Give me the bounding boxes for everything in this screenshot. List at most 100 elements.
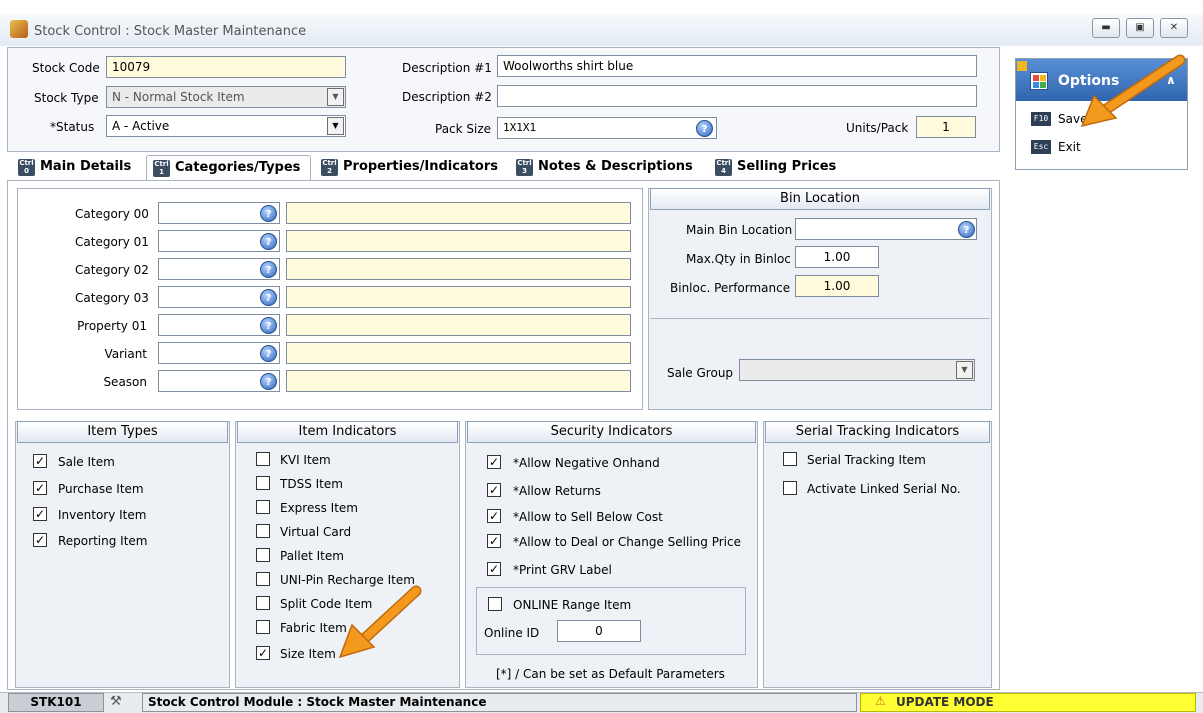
chevron-down-icon[interactable]: ▼ [327, 117, 344, 135]
minimize-button[interactable]: ▬ [1092, 18, 1120, 38]
mode-label: UPDATE MODE [896, 695, 994, 709]
tab-properties-indicators[interactable]: Ctrl 2 Properties/Indicators [321, 157, 498, 179]
category-00-lookup-icon[interactable]: ? [260, 205, 277, 222]
variant-desc [286, 342, 631, 364]
stock-type-select[interactable]: N - Normal Stock Item ▼ [106, 86, 346, 108]
main-bin-label: Main Bin Location [686, 223, 793, 237]
variant-lookup-icon[interactable]: ? [260, 345, 277, 362]
property-01-lookup-icon[interactable]: ? [260, 317, 277, 334]
tab-categories-types[interactable]: Ctrl 1 Categories/Types [146, 155, 312, 181]
inventory-item-checkbox[interactable]: ✓ [33, 507, 47, 521]
max-qty-input[interactable]: 1.00 [795, 246, 879, 268]
annotation-arrow-icon [1080, 54, 1186, 128]
tab-main-details[interactable]: Ctrl 0 Main Details [18, 157, 131, 179]
online-id-input[interactable]: 0 [557, 620, 641, 642]
category-01-label: Category 01 [75, 235, 149, 249]
pallet-item-checkbox[interactable] [256, 548, 270, 562]
options-corner-icon [1017, 61, 1027, 71]
split-code-checkbox[interactable] [256, 596, 270, 610]
season-lookup-icon[interactable]: ? [260, 373, 277, 390]
sale-group-label: Sale Group [667, 366, 734, 380]
reporting-item-checkbox[interactable]: ✓ [33, 533, 47, 547]
ctrl-1-icon: Ctrl 1 [153, 160, 170, 177]
purchase-item-label: Purchase Item [58, 482, 144, 496]
pack-size-lookup-icon[interactable]: ? [696, 120, 713, 137]
pallet-item-label: Pallet Item [280, 549, 344, 563]
kvi-item-checkbox[interactable] [256, 452, 270, 466]
pack-size-label: Pack Size [435, 122, 492, 136]
sale-group-select[interactable]: ▼ [739, 359, 975, 381]
size-item-checkbox[interactable]: ✓ [256, 646, 270, 660]
allow-negative-onhand-checkbox[interactable]: ✓ [487, 455, 501, 469]
purchase-item-checkbox[interactable]: ✓ [33, 481, 47, 495]
stock-code-label: Stock Code [32, 61, 100, 75]
divider [650, 318, 990, 319]
desc1-input[interactable]: Woolworths shirt blue [497, 55, 977, 77]
allow-returns-checkbox[interactable]: ✓ [487, 483, 501, 497]
units-pack-input[interactable]: 1 [916, 116, 976, 138]
linked-serial-checkbox[interactable] [783, 481, 797, 495]
chevron-down-icon[interactable]: ▼ [956, 361, 973, 379]
category-01-desc [286, 230, 631, 252]
season-desc [286, 370, 631, 392]
ctrl-0-icon: Ctrl 0 [18, 159, 35, 176]
allow-negative-onhand-label: *Allow Negative Onhand [513, 456, 660, 470]
performance-value: 1.00 [795, 275, 879, 297]
pack-size-input[interactable]: 1X1X1 [497, 117, 717, 139]
uni-pin-checkbox[interactable] [256, 572, 270, 586]
annotation-arrow-icon [338, 585, 422, 659]
allow-deal-change-price-checkbox[interactable]: ✓ [487, 534, 501, 548]
tools-icon: ⚒ [110, 694, 122, 709]
category-02-desc [286, 258, 631, 280]
category-02-lookup-icon[interactable]: ? [260, 261, 277, 278]
category-01-lookup-icon[interactable]: ? [260, 233, 277, 250]
sale-item-checkbox[interactable]: ✓ [33, 454, 47, 468]
desc2-input[interactable] [497, 85, 977, 107]
stock-code-input[interactable]: 10079 [106, 56, 346, 78]
stock-type-value: N - Normal Stock Item [112, 90, 245, 104]
print-grv-label-label: *Print GRV Label [513, 563, 612, 577]
serial-tracking-item-checkbox[interactable] [783, 452, 797, 466]
warning-icon: ⚠ [875, 694, 886, 708]
tab-label: Properties/Indicators [343, 159, 499, 174]
pack-size-value: 1X1X1 [503, 121, 537, 134]
online-range-checkbox[interactable] [488, 597, 502, 611]
chevron-down-icon[interactable]: ▼ [327, 88, 344, 106]
desc2-label: Description #2 [402, 90, 492, 104]
express-item-checkbox[interactable] [256, 500, 270, 514]
allow-returns-label: *Allow Returns [513, 484, 601, 498]
options-icon [1030, 72, 1048, 90]
virtual-card-checkbox[interactable] [256, 524, 270, 538]
category-03-label: Category 03 [75, 291, 149, 305]
performance-label: Binloc. Performance [670, 281, 791, 295]
stock-type-label: Stock Type [34, 91, 99, 105]
security-indicators-header: Security Indicators [467, 421, 756, 443]
item-indicators-header: Item Indicators [237, 421, 458, 443]
sale-item-label: Sale Item [58, 455, 115, 469]
exit-button[interactable]: Exit [1058, 140, 1081, 154]
kvi-item-label: KVI Item [280, 453, 331, 467]
main-bin-input[interactable] [795, 218, 977, 240]
status-value: A - Active [112, 119, 170, 133]
bin-location-header: Bin Location [650, 188, 990, 210]
tab-notes-descriptions[interactable]: Ctrl 3 Notes & Descriptions [516, 157, 693, 179]
status-select[interactable]: A - Active ▼ [106, 115, 346, 137]
main-bin-lookup-icon[interactable]: ? [958, 221, 975, 238]
online-range-label: ONLINE Range Item [513, 598, 632, 612]
ctrl-2-icon: Ctrl 2 [321, 159, 338, 176]
allow-sell-below-cost-checkbox[interactable]: ✓ [487, 509, 501, 523]
virtual-card-label: Virtual Card [280, 525, 352, 539]
close-button[interactable]: ✕ [1160, 18, 1188, 38]
category-03-lookup-icon[interactable]: ? [260, 289, 277, 306]
maximize-button[interactable]: ▣ [1126, 18, 1154, 38]
tab-selling-prices[interactable]: Ctrl 4 Selling Prices [715, 157, 836, 179]
variant-label: Variant [104, 347, 147, 361]
category-00-label: Category 00 [75, 207, 149, 221]
esc-key-icon: Esc [1031, 140, 1051, 154]
app-icon [10, 20, 28, 38]
print-grv-label-checkbox[interactable]: ✓ [487, 562, 501, 576]
tdss-item-checkbox[interactable] [256, 476, 270, 490]
property-01-label: Property 01 [77, 319, 147, 333]
status-label: *Status [50, 120, 95, 134]
fabric-item-checkbox[interactable] [256, 620, 270, 634]
